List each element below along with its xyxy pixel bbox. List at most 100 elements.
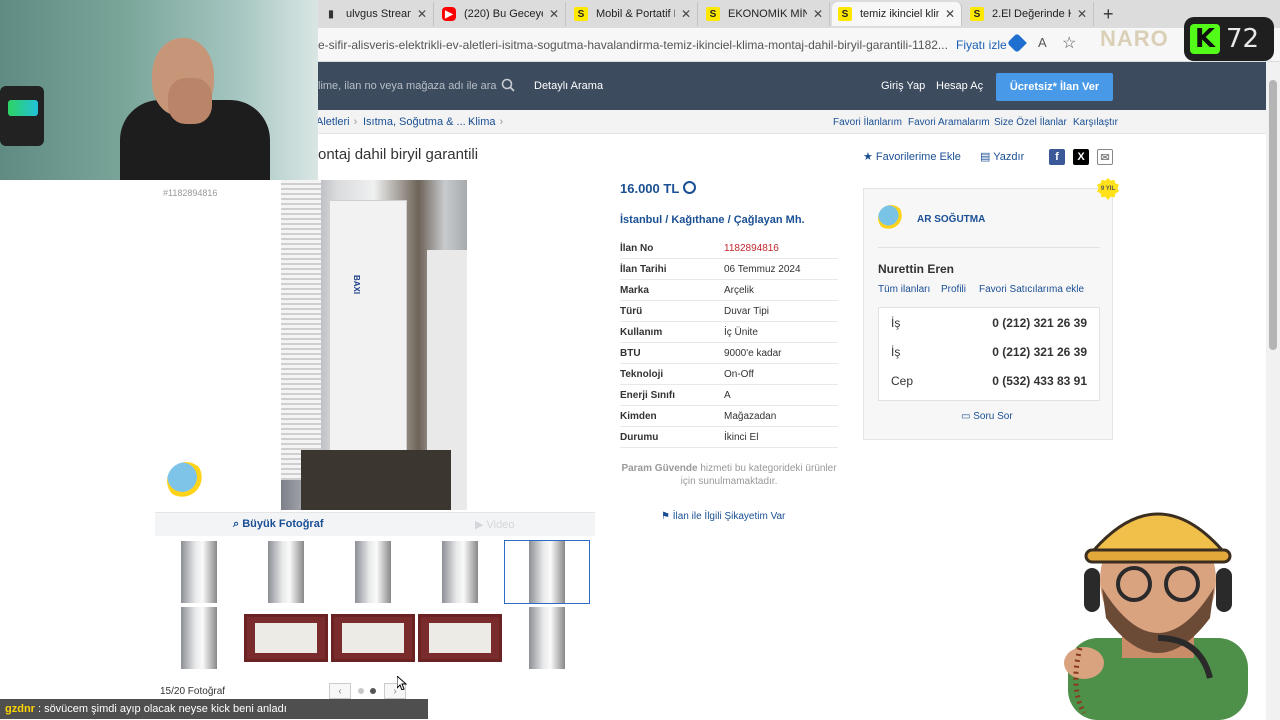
location-city[interactable]: İstanbul	[620, 214, 662, 226]
scrollbar[interactable]	[1266, 62, 1280, 720]
webcam-overlay	[0, 0, 318, 180]
youtube-icon: ▶	[442, 7, 456, 21]
pager-dot-active[interactable]	[370, 688, 376, 694]
close-tab-icon[interactable]: ✕	[549, 7, 559, 21]
store-logo[interactable]	[878, 205, 904, 231]
close-tab-icon[interactable]: ✕	[813, 7, 823, 21]
thumbnail-image	[268, 541, 304, 603]
ad-details-table: İlan No 1182894816 İlan Tarihi 06 Temmuz 2…	[620, 238, 838, 448]
browser-tab[interactable]: ▶ (220) Bu Geceye O ✕	[436, 2, 566, 26]
thumbnail-selected[interactable]	[504, 540, 590, 604]
favorite-ads-link[interactable]: Favori İlanlarım	[833, 117, 902, 128]
all-ads-link[interactable]: Tüm ilanları	[878, 284, 930, 295]
chat-text: : sövücem şimdi ayıp olacak neyse kick b…	[37, 703, 287, 715]
browser-tab-active[interactable]: S temiz ikinciel klim ✕	[832, 2, 962, 26]
thumbnail-image	[355, 541, 391, 603]
microphone	[0, 86, 44, 146]
location-neighborhood[interactable]: Çağlayan Mh.	[734, 214, 805, 226]
detail-row: Enerji Sınıfı A	[620, 385, 838, 406]
big-photo-button[interactable]: ⌕ Büyük Fotoğraf	[233, 518, 324, 531]
divider	[878, 247, 1100, 248]
favorite-seller-link[interactable]: Favori Satıcılarıma ekle	[979, 284, 1084, 295]
thumbnail-image	[529, 541, 565, 603]
search-icon[interactable]	[501, 78, 515, 92]
sahibinden-icon: S	[970, 7, 984, 21]
viewer-count: 72	[1226, 24, 1260, 54]
price-watch-button[interactable]: Fiyatı izle	[956, 38, 1007, 52]
read-aloud-icon[interactable]: A	[1038, 35, 1047, 50]
detail-row: Marka Arçelik	[620, 280, 838, 301]
location-breadcrumb: İstanbul / Kağıthane / Çağlayan Mh.	[620, 214, 805, 226]
gallery-tabs: ⌕ Büyük Fotoğraf ▶ Video	[155, 512, 595, 536]
close-tab-icon[interactable]: ✕	[417, 7, 427, 21]
thumbnail-image	[442, 541, 478, 603]
breadcrumb-item[interactable]: Isıtma, Soğutma & ... ›	[363, 116, 473, 128]
browser-tab[interactable]: S 2.El Değerinde Klim ✕	[964, 2, 1094, 26]
ask-question-link[interactable]: ▭ Soru Sor	[961, 411, 1013, 422]
chat-username: gzdnr	[5, 703, 35, 715]
photo-floor	[301, 450, 451, 510]
browser-tab[interactable]: S EKONOMİK MİNİ F ✕	[700, 2, 830, 26]
add-favorite-link[interactable]: ★ Favorilerime Ekle	[863, 150, 961, 163]
post-ad-button[interactable]: Ücretsiz* İlan Ver	[996, 73, 1113, 101]
complaint-link[interactable]: ⚑ İlan ile İlgili Şikayetim Var	[661, 511, 785, 522]
previous-page-button[interactable]: ‹	[329, 683, 351, 699]
thumbnail[interactable]	[417, 540, 503, 604]
phone-row: İş 0 (212) 321 26 39	[891, 315, 1087, 330]
print-link[interactable]: ▤ Yazdır	[980, 150, 1024, 163]
close-tab-icon[interactable]: ✕	[681, 7, 691, 21]
price: 16.000 TL	[620, 181, 680, 196]
register-link[interactable]: Hesap Aç	[936, 80, 983, 92]
photo-unit-left	[281, 180, 321, 480]
kick-icon: ▮	[328, 8, 334, 20]
thumbnail[interactable]	[156, 606, 242, 670]
price-history-icon[interactable]	[683, 181, 696, 194]
email-share-icon[interactable]: ✉	[1097, 149, 1113, 165]
login-link[interactable]: Giriş Yap	[881, 80, 925, 92]
thumbnail[interactable]	[243, 540, 329, 604]
thumbnail[interactable]	[330, 540, 416, 604]
location-district[interactable]: Kağıthane	[671, 214, 724, 226]
kick-logo-icon: K	[1190, 24, 1220, 54]
thumbnail[interactable]	[156, 540, 242, 604]
thumbnail[interactable]	[417, 606, 503, 670]
new-tab-icon[interactable]: +	[1103, 4, 1114, 25]
browser-tab[interactable]: ▮ ulvgus Stream - W ✕	[318, 2, 434, 26]
thumbnail[interactable]	[243, 606, 329, 670]
url-field[interactable]: e-sifir-alisveris-elektrikli-ev-aletleri…	[318, 38, 948, 52]
avatar-headphone-right	[1216, 568, 1232, 612]
scrollbar-thumb[interactable]	[1269, 80, 1277, 350]
store-watermark-logo	[167, 462, 205, 500]
thumbnail-image	[331, 614, 415, 662]
store-name-link[interactable]: AR SOĞUTMA	[917, 214, 985, 225]
video-tab: ▶ Video	[475, 519, 515, 531]
thumbnail-image	[418, 614, 502, 662]
favorite-searches-link[interactable]: Favori Aramalarım	[908, 117, 990, 128]
printer-icon: ▤	[980, 151, 994, 163]
thumbnail[interactable]	[504, 606, 590, 670]
breadcrumb-item[interactable]: Klima ›	[468, 116, 503, 128]
secure-payment-note: Param Güvende hizmeti bu kategorideki ür…	[621, 463, 837, 487]
thumbnail-grid	[155, 537, 595, 673]
special-ads-link[interactable]: Size Özel İlanlar	[994, 117, 1067, 128]
detailed-search-link[interactable]: Detaylı Arama	[534, 80, 603, 92]
search-input[interactable]: lime, ilan no veya mağaza adı ile ara	[318, 80, 497, 92]
favorite-star-icon[interactable]: ☆	[1062, 33, 1076, 53]
compare-link[interactable]: Karşılaştır	[1073, 117, 1118, 128]
price-tag-icon[interactable]	[1007, 33, 1027, 53]
profile-link[interactable]: Profili	[941, 284, 966, 295]
channel-logo: NARO	[1100, 26, 1169, 51]
close-tab-icon[interactable]: ✕	[945, 7, 955, 21]
detail-row: Teknoloji On-Off	[620, 364, 838, 385]
close-tab-icon[interactable]: ✕	[1077, 7, 1087, 21]
browser-tab[interactable]: S Mobil & Portatif K ✕	[568, 2, 698, 26]
breadcrumb-item[interactable]: Aletleri ›	[316, 116, 357, 128]
thumbnail[interactable]	[330, 606, 416, 670]
main-photo[interactable]: BAXI	[281, 180, 467, 510]
pager-dot[interactable]	[358, 688, 364, 694]
mouse-cursor-icon	[397, 676, 407, 690]
x-share-icon[interactable]: X	[1073, 149, 1089, 165]
facebook-share-icon[interactable]: f	[1049, 149, 1065, 165]
detail-row: İlan No 1182894816	[620, 238, 838, 259]
detail-row: Kullanım İç Ünite	[620, 322, 838, 343]
